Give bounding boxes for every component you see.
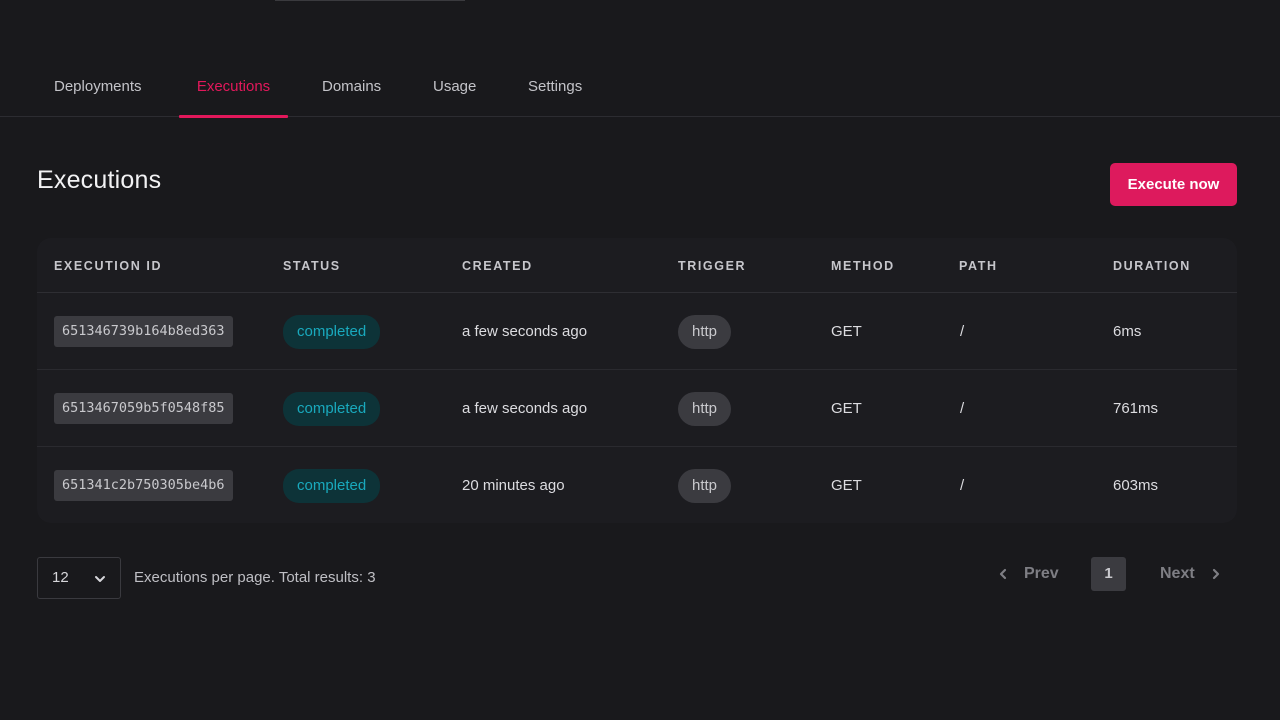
column-header-status: STATUS — [283, 259, 341, 273]
next-label: Next — [1160, 565, 1195, 582]
column-header-execution-id: EXECUTION ID — [54, 259, 163, 273]
duration: 6ms — [1113, 323, 1142, 340]
column-header-method: METHOD — [831, 259, 895, 273]
chevron-down-icon — [95, 576, 105, 582]
duration: 761ms — [1113, 400, 1159, 417]
top-scroll-indicator — [275, 0, 465, 1]
tab-executions[interactable]: Executions — [179, 62, 288, 118]
column-header-trigger: TRIGGER — [678, 259, 747, 273]
prev-label: Prev — [1024, 565, 1059, 582]
prev-page-button[interactable]: Prev — [996, 557, 1059, 591]
execution-id[interactable]: 6513467059b5f0548f85 — [54, 393, 233, 424]
method: GET — [831, 477, 862, 494]
execution-id[interactable]: 651341c2b750305be4b6 — [54, 470, 233, 501]
method: GET — [831, 400, 862, 417]
tab-deployments[interactable]: Deployments — [54, 62, 142, 117]
table-row[interactable]: 651341c2b750305be4b6 completed 20 minute… — [37, 447, 1237, 523]
trigger-badge: http — [678, 468, 732, 503]
trigger-badge: http — [678, 391, 732, 426]
chevron-right-icon — [1212, 568, 1219, 580]
tab-domains[interactable]: Domains — [322, 62, 381, 117]
next-page-button[interactable]: Next — [1160, 557, 1223, 591]
per-page-select[interactable]: 12 — [37, 557, 121, 599]
path: / — [960, 400, 965, 417]
execute-now-button[interactable]: Execute now — [1110, 163, 1237, 206]
status-badge: completed — [283, 314, 381, 349]
column-header-path: PATH — [959, 259, 998, 273]
created-time: 20 minutes ago — [462, 477, 565, 494]
path: / — [960, 323, 965, 340]
status-badge: completed — [283, 468, 381, 503]
page-title: Executions — [37, 166, 162, 194]
tab-bar: Deployments Executions Domains Usage Set… — [0, 62, 1280, 118]
chevron-left-icon — [999, 568, 1007, 580]
created-time: a few seconds ago — [462, 400, 588, 417]
column-header-created: CREATED — [462, 259, 533, 273]
page-number-button[interactable]: 1 — [1091, 557, 1126, 591]
per-page-value: 12 — [52, 569, 69, 586]
duration: 603ms — [1113, 477, 1159, 494]
table-row[interactable]: 6513467059b5f0548f85 completed a few sec… — [37, 370, 1237, 447]
table-row[interactable]: 651346739b164b8ed363 completed a few sec… — [37, 293, 1237, 370]
per-page-label: Executions per page. Total results: 3 — [134, 569, 376, 586]
path: / — [960, 477, 965, 494]
created-time: a few seconds ago — [462, 323, 588, 340]
executions-table: EXECUTION ID STATUS CREATED TRIGGER METH… — [37, 238, 1237, 523]
column-header-duration: DURATION — [1113, 259, 1191, 273]
tab-usage[interactable]: Usage — [433, 62, 476, 117]
method: GET — [831, 323, 862, 340]
tab-settings[interactable]: Settings — [528, 62, 582, 117]
table-header: EXECUTION ID STATUS CREATED TRIGGER METH… — [37, 238, 1237, 293]
status-badge: completed — [283, 391, 381, 426]
execution-id[interactable]: 651346739b164b8ed363 — [54, 316, 233, 347]
trigger-badge: http — [678, 314, 732, 349]
